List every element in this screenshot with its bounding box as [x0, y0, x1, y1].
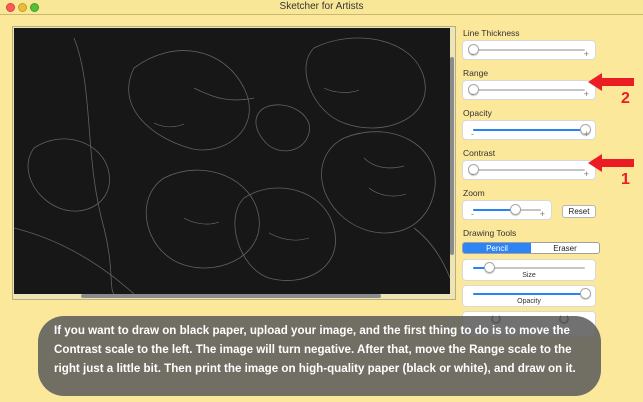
step-number-2: 2 [621, 90, 630, 107]
minus-icon: - [471, 89, 474, 99]
slider-track [473, 293, 585, 295]
slider-fill [473, 129, 585, 131]
sketch-image [14, 37, 450, 294]
sketch-canvas[interactable] [14, 28, 450, 294]
eraser-tool-button[interactable]: Eraser [531, 243, 599, 253]
brush-size-slider[interactable]: Size [462, 259, 596, 281]
brush-opacity-label: Opacity [517, 298, 541, 305]
minus-icon: - [471, 129, 474, 139]
drawing-tools-label: Drawing Tools [463, 228, 517, 238]
instruction-caption: If you want to draw on black paper, uplo… [38, 316, 601, 396]
zoom-label: Zoom [463, 188, 485, 198]
plus-icon: + [583, 129, 589, 139]
range-label: Range [463, 68, 489, 78]
vertical-scrollbar[interactable] [450, 57, 454, 255]
window-title: Sketcher for Artists [279, 1, 364, 12]
minus-icon: - [471, 209, 474, 219]
plus-icon: + [583, 49, 589, 59]
slider-track [473, 209, 541, 211]
sketch-canvas-frame [12, 26, 456, 300]
slider-track [473, 129, 585, 131]
step-number-1: 1 [621, 171, 630, 188]
slider-fill [473, 209, 516, 211]
drawing-tool-selector[interactable]: Pencil Eraser [462, 242, 600, 254]
line-thickness-label: Line Thickness [463, 28, 520, 38]
arrow-left-icon [588, 73, 634, 91]
pencil-tool-button[interactable]: Pencil [463, 243, 531, 253]
arrow-left-icon [588, 154, 634, 172]
line-thickness-slider[interactable]: - + [462, 40, 596, 60]
range-slider[interactable]: - + [462, 80, 596, 100]
opacity-slider[interactable]: - + [462, 120, 596, 140]
size-label: Size [522, 272, 536, 279]
slider-fill [473, 293, 585, 295]
slider-track [473, 49, 585, 51]
minus-icon: - [471, 169, 474, 179]
horizontal-scrollbar[interactable] [81, 294, 381, 298]
contrast-label: Contrast [463, 148, 496, 158]
title-bar: Sketcher for Artists [0, 0, 643, 15]
minus-icon: - [471, 49, 474, 59]
slider-track [473, 89, 585, 91]
slider-knob[interactable] [509, 204, 521, 215]
slider-track [473, 169, 585, 171]
opacity-label: Opacity [463, 108, 492, 118]
plus-icon: + [539, 209, 545, 219]
brush-opacity-slider[interactable]: Opacity [462, 285, 596, 307]
reset-zoom-button[interactable]: Reset [562, 205, 596, 218]
contrast-slider[interactable]: - + [462, 160, 596, 180]
zoom-slider[interactable]: - + [462, 200, 552, 220]
